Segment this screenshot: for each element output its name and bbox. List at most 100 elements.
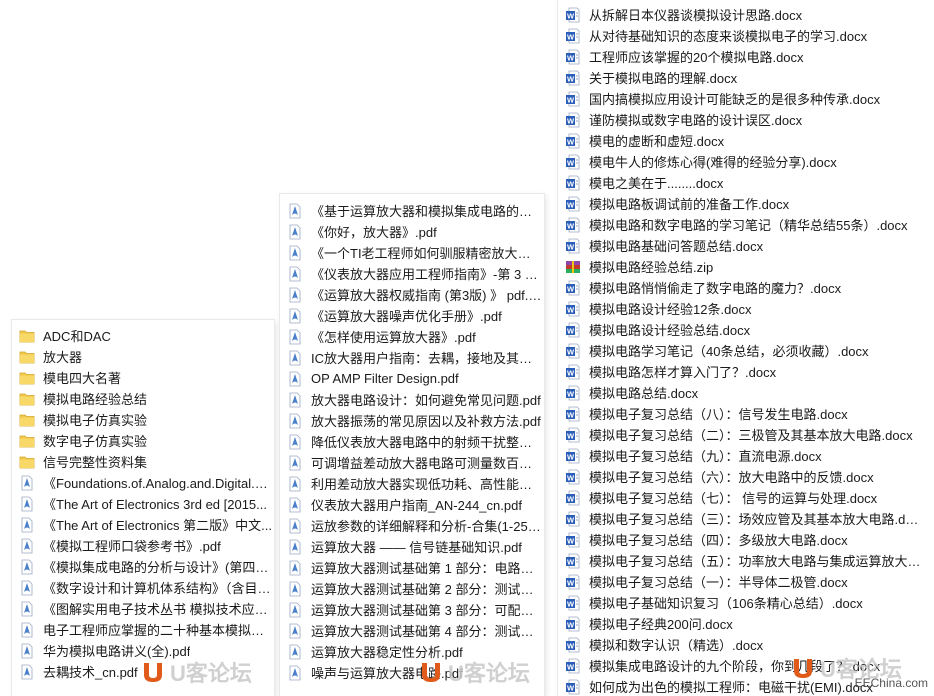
- file-item[interactable]: W 模拟电子基础知识复习（106条精心总结）.docx: [558, 592, 934, 613]
- file-item[interactable]: 运算放大器稳定性分析.pdf: [280, 641, 544, 662]
- file-item[interactable]: W 模电牛人的修炼心得(难得的经验分享).docx: [558, 151, 934, 172]
- folder-item[interactable]: 模拟电子仿真实验: [12, 409, 274, 430]
- folder-item[interactable]: ADC和DAC: [12, 325, 274, 346]
- file-item[interactable]: OP AMP Filter Design.pdf: [280, 368, 544, 389]
- pdf-icon: [18, 559, 36, 575]
- file-item[interactable]: 放大器电路设计：如何避免常见问题.pdf: [280, 389, 544, 410]
- file-item[interactable]: W 模拟电子复习总结（三）：场效应管及其基本放大电路.docx: [558, 508, 934, 529]
- svg-text:W: W: [567, 305, 575, 314]
- file-item[interactable]: W 关于模拟电路的理解.docx: [558, 67, 934, 88]
- file-item[interactable]: W 模拟电路基础问答题总结.docx: [558, 235, 934, 256]
- folder-item[interactable]: 放大器: [12, 346, 274, 367]
- file-item[interactable]: 《运算放大器噪声优化手册》.pdf: [280, 305, 544, 326]
- file-item[interactable]: W 模拟电子经典200问.docx: [558, 613, 934, 634]
- file-item[interactable]: 《一个TI老工程师如何驯服精密放大器》...: [280, 242, 544, 263]
- file-item[interactable]: 《模拟工程师口袋参考书》.pdf: [12, 535, 274, 556]
- svg-text:W: W: [567, 200, 575, 209]
- file-item[interactable]: W 模拟电子复习总结（六）：放大电路中的反馈.docx: [558, 466, 934, 487]
- file-item[interactable]: W 模拟电子复习总结（二）：三极管及其基本放大电路.docx: [558, 424, 934, 445]
- pdf-icon: [286, 602, 304, 618]
- file-item[interactable]: 《模拟集成电路的分析与设计》(第四版...: [12, 556, 274, 577]
- word-doc-icon: W: [564, 448, 582, 464]
- file-item[interactable]: 降低仪表放大器电路中的射频干扰整流误...: [280, 431, 544, 452]
- svg-text:W: W: [567, 158, 575, 167]
- svg-text:W: W: [567, 179, 575, 188]
- word-doc-icon: W: [564, 133, 582, 149]
- file-item[interactable]: W 模拟电路板调试前的准备工作.docx: [558, 193, 934, 214]
- file-item[interactable]: W 模拟电子复习总结（四）：多级放大电路.docx: [558, 529, 934, 550]
- file-item[interactable]: W 模拟电子复习总结（八）：信号发生电路.docx: [558, 403, 934, 424]
- file-name: 模拟电路学习笔记（40条总结，必须收藏）.docx: [589, 344, 869, 359]
- file-item[interactable]: 《基于运算放大器和模拟集成电路的电路...: [280, 200, 544, 221]
- file-list: 《基于运算放大器和模拟集成电路的电路... 《你好，放大器》.pdf 《一个TI老工…: [280, 194, 544, 683]
- file-item[interactable]: W 从对待基础知识的态度来谈模拟电子的学习.docx: [558, 25, 934, 46]
- file-item[interactable]: W 模拟电路设计经验总结.docx: [558, 319, 934, 340]
- folder-icon: [18, 328, 36, 344]
- file-name: 模拟电路和数字电路的学习笔记（精华总结55条）.docx: [589, 218, 908, 233]
- svg-text:W: W: [567, 284, 575, 293]
- file-item[interactable]: 放大器振荡的常见原因以及补救方法.pdf: [280, 410, 544, 431]
- file-item[interactable]: W 模拟电子复习总结（五）：功率放大电路与集成运算放大电路.d: [558, 550, 934, 571]
- file-item[interactable]: W 国内搞模拟应用设计可能缺乏的是很多种传承.docx: [558, 88, 934, 109]
- file-item[interactable]: 运算放大器测试基础第 2 部分：测试运...: [280, 578, 544, 599]
- file-item[interactable]: 电子工程师应掌握的二十种基本模拟电路...: [12, 619, 274, 640]
- file-item[interactable]: W 工程师应该掌握的20个模拟电路.docx: [558, 46, 934, 67]
- file-item[interactable]: W 从拆解日本仪器谈模拟设计思路.docx: [558, 4, 934, 25]
- file-item[interactable]: 运算放大器 —— 信号链基础知识.pdf: [280, 536, 544, 557]
- folder-icon: [18, 391, 36, 407]
- file-item[interactable]: 利用差动放大器实现低功耗、高性能绝对...: [280, 473, 544, 494]
- file-item[interactable]: W 模拟电路悄悄偷走了数字电路的魔力？.docx: [558, 277, 934, 298]
- file-item[interactable]: 《你好，放大器》.pdf: [280, 221, 544, 242]
- file-item[interactable]: W 模拟电路总结.docx: [558, 382, 934, 403]
- file-item[interactable]: W 模拟集成电路设计的九个阶段，你到几段了？.docx: [558, 655, 934, 676]
- file-item[interactable]: W 模拟电子复习总结（九）：直流电源.docx: [558, 445, 934, 466]
- file-item[interactable]: W 模拟电路学习笔记（40条总结，必须收藏）.docx: [558, 340, 934, 361]
- word-doc-icon: W: [564, 553, 582, 569]
- svg-text:W: W: [567, 599, 575, 608]
- file-item[interactable]: IC放大器用户指南：去耦，接地及其他一...: [280, 347, 544, 368]
- folder-item[interactable]: 模电四大名著: [12, 367, 274, 388]
- site-tag: EEChina.com: [854, 676, 928, 690]
- file-name: 电子工程师应掌握的二十种基本模拟电路...: [43, 623, 274, 638]
- file-item[interactable]: W 模拟电路和数字电路的学习笔记（精华总结55条）.docx: [558, 214, 934, 235]
- svg-text:W: W: [567, 221, 575, 230]
- file-item[interactable]: 《图解实用电子技术丛书 模拟技术应用...: [12, 598, 274, 619]
- file-item[interactable]: W 谨防模拟或数字电路的设计误区.docx: [558, 109, 934, 130]
- file-item[interactable]: W 模拟电子复习总结（一）：半导体二极管.docx: [558, 571, 934, 592]
- pdf-icon: [286, 518, 304, 534]
- file-item[interactable]: W 模拟电路设计经验12条.docx: [558, 298, 934, 319]
- file-item[interactable]: 运算放大器测试基础第 4 部分：测试运...: [280, 620, 544, 641]
- word-doc-icon: W: [564, 196, 582, 212]
- word-doc-icon: W: [564, 322, 582, 338]
- file-item[interactable]: 《Foundations.of.Analog.and.Digital.E...: [12, 472, 274, 493]
- file-item[interactable]: W 模拟电路怎样才算入门了？.docx: [558, 361, 934, 382]
- file-item[interactable]: 可调增益差动放大器电路可测量数百伏电...: [280, 452, 544, 473]
- file-name: 模拟电子复习总结（四）：多级放大电路.docx: [589, 533, 848, 548]
- folder-item[interactable]: 数字电子仿真实验: [12, 430, 274, 451]
- file-item[interactable]: 运放参数的详细解释和分析-合集(1-25)....: [280, 515, 544, 536]
- file-item[interactable]: 《运算放大器权威指南 (第3版) 》 pdf.pdf: [280, 284, 544, 305]
- file-item[interactable]: 《仪表放大器应用工程师指南》-第 3 版...: [280, 263, 544, 284]
- file-item[interactable]: W 模拟电子复习总结（七）： 信号的运算与处理.docx: [558, 487, 934, 508]
- file-item[interactable]: 《怎样使用运算放大器》.pdf: [280, 326, 544, 347]
- file-item[interactable]: W 模电的虚断和虚短.docx: [558, 130, 934, 151]
- folder-icon: [18, 412, 36, 428]
- folder-icon: [18, 433, 36, 449]
- file-item[interactable]: 噪声与运算放大器电路.pdf: [280, 662, 544, 683]
- file-item[interactable]: 《The Art of Electronics 第二版》中文...: [12, 514, 274, 535]
- file-item[interactable]: 仪表放大器用户指南_AN-244_cn.pdf: [280, 494, 544, 515]
- pdf-icon: [286, 266, 304, 282]
- file-item[interactable]: 《数字设计和计算机体系结构》（含目录...: [12, 577, 274, 598]
- file-list: ADC和DAC 放大器 模电四大名著 模拟电路经验总结 模拟电子仿真实验 数字电子仿真实验…: [12, 320, 274, 682]
- file-item[interactable]: 去耦技术_cn.pdf: [12, 661, 274, 682]
- file-item[interactable]: W 模电之美在于........docx: [558, 172, 934, 193]
- folder-item[interactable]: 模拟电路经验总结: [12, 388, 274, 409]
- file-name: 从拆解日本仪器谈模拟设计思路.docx: [589, 8, 803, 23]
- file-item[interactable]: W 模拟和数字认识（精选）.docx: [558, 634, 934, 655]
- file-item[interactable]: 运算放大器测试基础第 1 部分：电路测...: [280, 557, 544, 578]
- file-item[interactable]: 运算放大器测试基础第 3 部分：可配置...: [280, 599, 544, 620]
- folder-item[interactable]: 信号完整性资料集: [12, 451, 274, 472]
- file-item[interactable]: 《The Art of Electronics 3rd ed [2015...: [12, 493, 274, 514]
- file-item[interactable]: 模拟电路经验总结.zip: [558, 256, 934, 277]
- file-item[interactable]: 华为模拟电路讲义(全).pdf: [12, 640, 274, 661]
